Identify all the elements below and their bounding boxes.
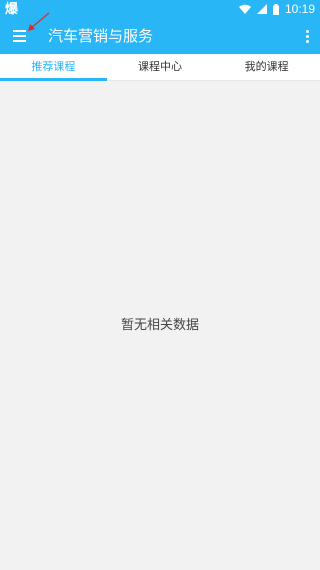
content-area: 暂无相关数据 [0,81,320,570]
wifi-icon [238,4,251,14]
tab-course-center[interactable]: 课程中心 [107,54,214,80]
overflow-menu-icon[interactable] [300,24,314,48]
battery-icon [272,3,279,15]
status-icons: 10:19 [238,0,315,18]
tab-my-courses[interactable]: 我的课程 [213,54,320,80]
cellular-signal-icon [256,4,267,14]
empty-state-message: 暂无相关数据 [120,318,199,333]
page-title: 汽车营销与服务 [48,27,154,45]
tab-recommended-courses[interactable]: 推荐课程 [0,54,107,81]
notification-app-glyph: 爆 [5,1,19,16]
clock-time: 10:19 [284,2,315,16]
course-tabs: 推荐课程 课程中心 我的课程 [0,54,320,81]
app-bar: 汽车营销与服务 [0,12,320,54]
